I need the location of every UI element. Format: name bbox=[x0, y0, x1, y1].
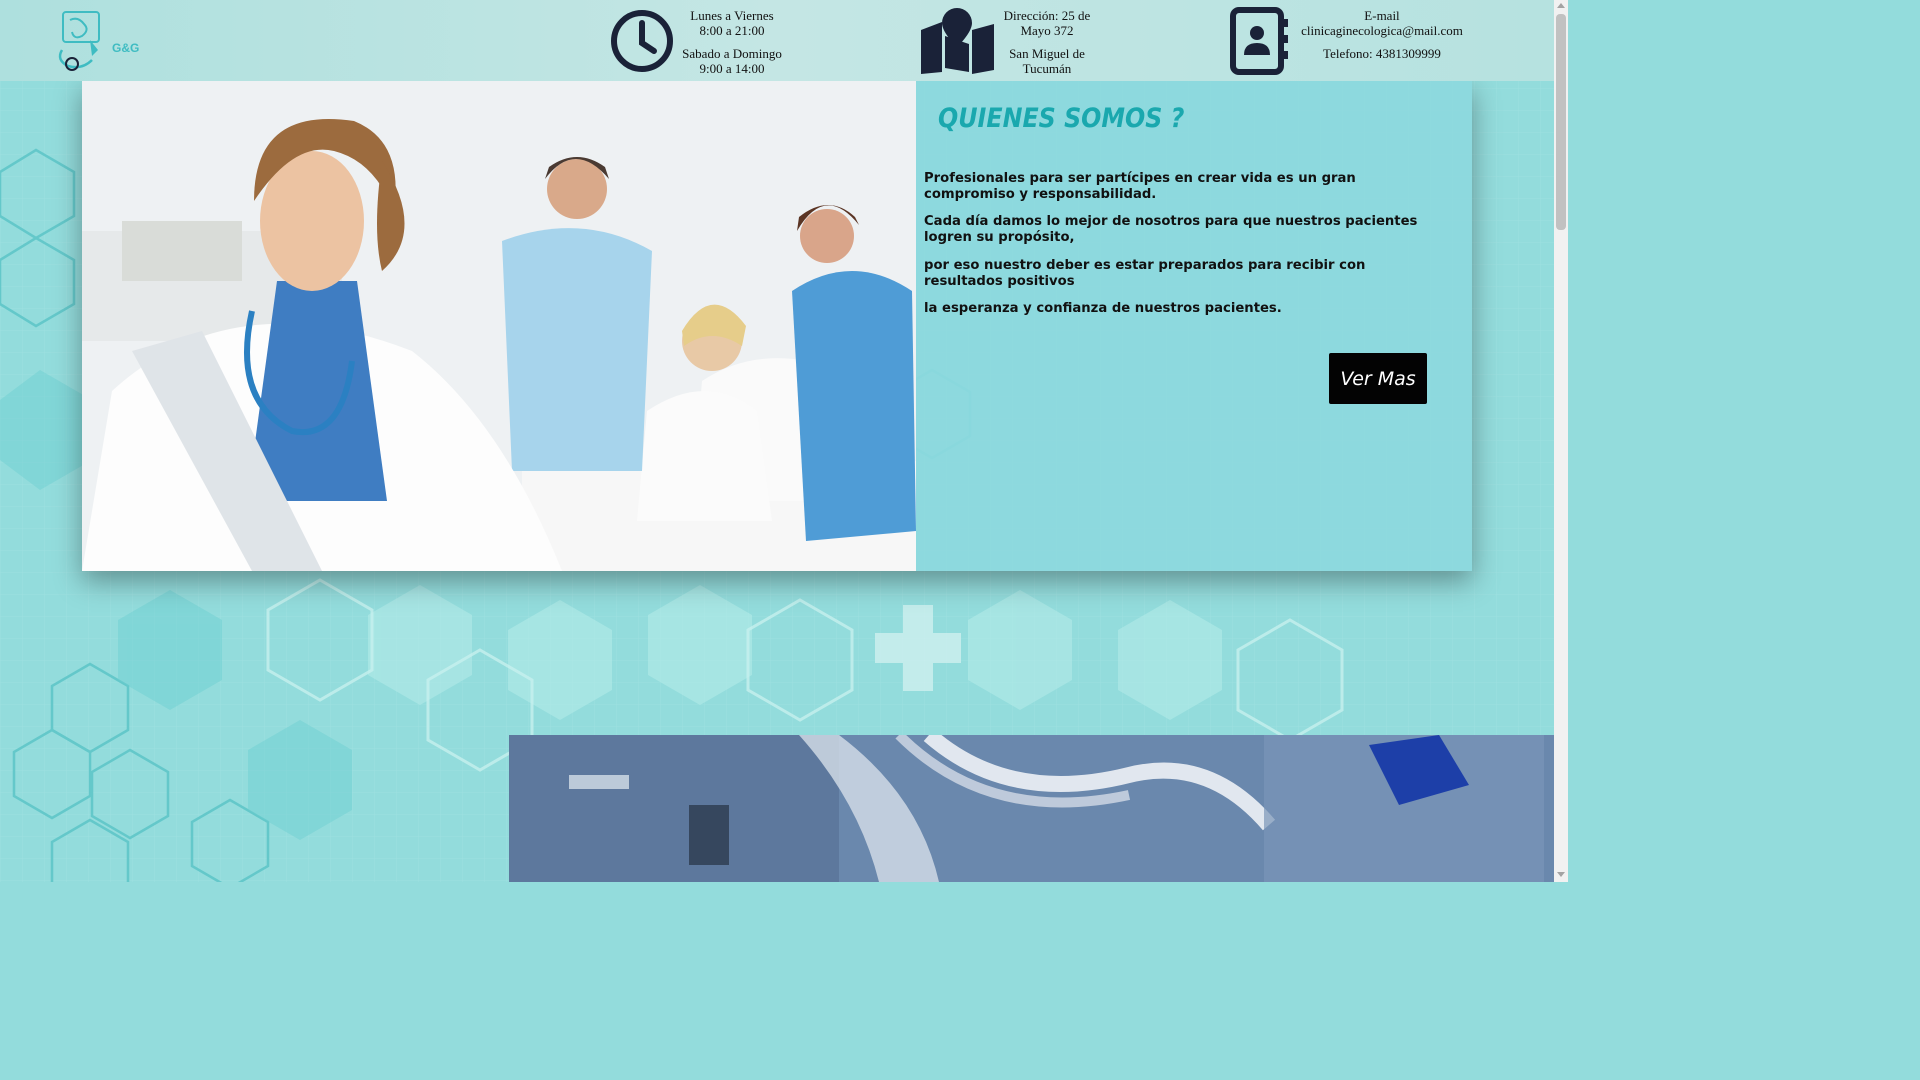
about-paragraph-3: por eso nuestro deber es estar preparado… bbox=[924, 258, 1366, 289]
hospital-room-image bbox=[509, 735, 1554, 882]
scroll-down-arrow-icon[interactable] bbox=[1557, 872, 1565, 877]
about-paragraph-4: la esperanza y confianza de nuestros pac… bbox=[924, 301, 1282, 316]
clock-icon bbox=[609, 8, 675, 74]
weekend-label: Sabado a Domingo bbox=[682, 46, 782, 61]
vertical-scrollbar[interactable] bbox=[1554, 0, 1568, 882]
phone-number[interactable]: Telefono: 4381309999 bbox=[1300, 46, 1464, 61]
weekday-hours: 8:00 a 21:00 bbox=[699, 23, 765, 38]
address-block: Dirección: 25 de Mayo 372 San Miguel de … bbox=[994, 8, 1100, 76]
contact-block: E-mail clinicaginecologica@mail.com Tele… bbox=[1300, 8, 1464, 61]
weekend-hours: 9:00 a 14:00 bbox=[699, 61, 765, 76]
about-text-panel: QUIENES SOMOS ? Profesionales para ser p… bbox=[916, 81, 1472, 571]
about-paragraph-2: Cada día damos lo mejor de nosotros para… bbox=[924, 214, 1418, 245]
contact-book-icon bbox=[1229, 7, 1289, 75]
logo-text: G&G bbox=[112, 41, 140, 55]
map-pin-icon bbox=[918, 6, 996, 74]
scrollbar-thumb[interactable] bbox=[1556, 14, 1566, 230]
address-line-3: San Miguel de bbox=[1009, 46, 1085, 61]
logo-icon[interactable] bbox=[56, 10, 106, 72]
scroll-up-arrow-icon[interactable] bbox=[1557, 3, 1565, 8]
site-header: G&G Lunes a Viernes 8:00 a 21:00 Sabado … bbox=[0, 0, 1554, 81]
address-line-1: Dirección: 25 de bbox=[1003, 8, 1091, 23]
address-line-2: Mayo 372 bbox=[1020, 23, 1074, 38]
email-address[interactable]: clinicaginecologica@mail.com bbox=[1300, 23, 1464, 38]
about-title: QUIENES SOMOS ? bbox=[938, 103, 1185, 134]
opening-hours: Lunes a Viernes 8:00 a 21:00 Sabado a Do… bbox=[670, 8, 794, 76]
doctors-photo bbox=[82, 81, 916, 571]
weekday-label: Lunes a Viernes bbox=[690, 8, 774, 23]
about-section: QUIENES SOMOS ? Profesionales para ser p… bbox=[82, 81, 1472, 571]
address-line-4: Tucumán bbox=[1022, 61, 1072, 76]
ver-mas-button[interactable]: Ver Mas bbox=[1329, 353, 1427, 404]
about-paragraph-1: Profesionales para ser partícipes en cre… bbox=[924, 171, 1356, 202]
email-label: E-mail bbox=[1364, 8, 1400, 23]
